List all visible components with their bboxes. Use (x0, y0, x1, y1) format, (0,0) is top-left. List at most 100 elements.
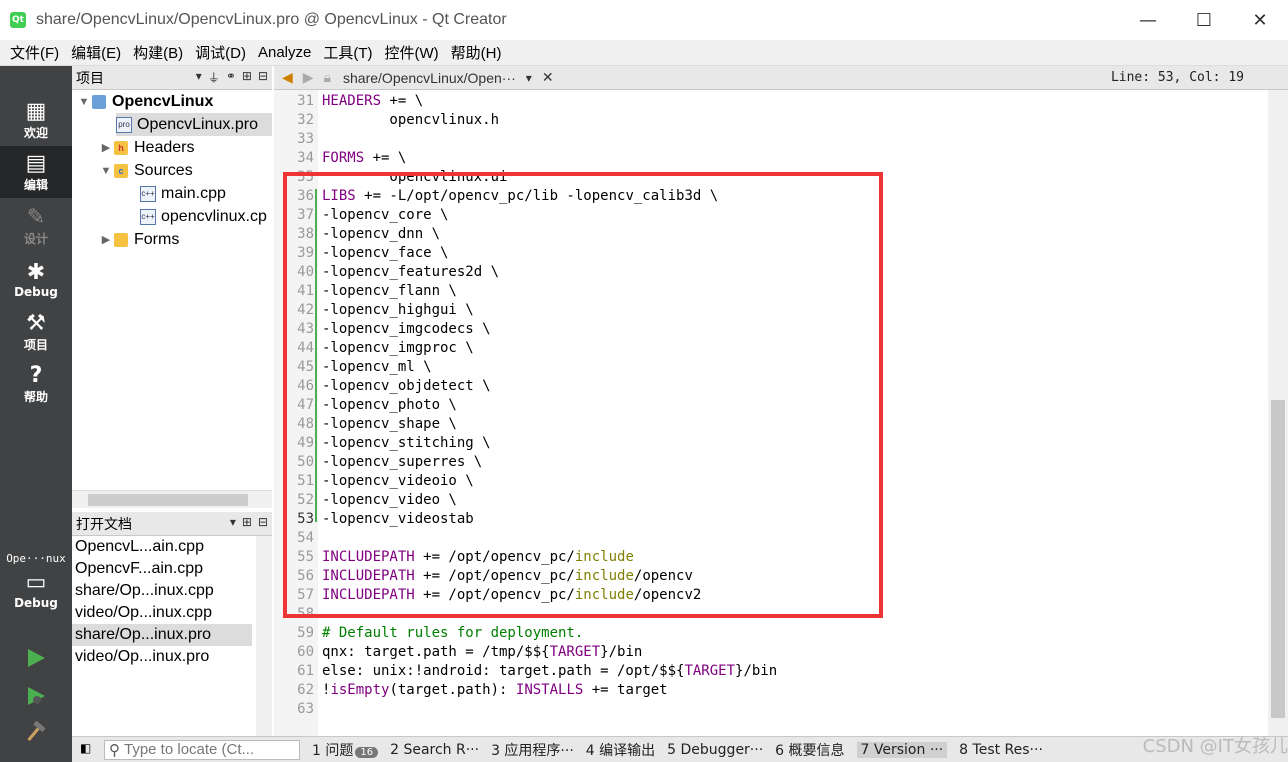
mode-bar: ▦ 欢迎 ▤ 编辑 ✎ 设计 ✱ Debug ⚒ 项目 ? 帮助 Ope···n… (0, 66, 72, 762)
menu-tools[interactable]: 工具(T) (317, 42, 378, 63)
menu-widgets[interactable]: 控件(W) (379, 42, 445, 63)
close-button[interactable]: ✕ (1232, 0, 1288, 40)
line-number: 42 (297, 302, 314, 318)
code-text: -lopencv_stitching \ (322, 435, 491, 451)
run-icon (28, 649, 45, 667)
close-file-icon[interactable]: ✕ (542, 70, 554, 86)
line-number: 36 (297, 188, 314, 204)
tree-item-forms[interactable]: ▶ Forms (98, 228, 180, 251)
code-text: -lopencv_flann \ (322, 283, 457, 299)
collapsed-arrow-icon[interactable]: ▶ (98, 141, 114, 154)
build-button[interactable] (22, 718, 50, 746)
tree-item-main-cpp[interactable]: c++ main.cpp (140, 182, 226, 205)
tree-item-pro-file[interactable]: pro OpencvLinux.pro (116, 113, 272, 136)
pane-application-output[interactable]: 3 应用程序··· (491, 740, 574, 760)
issues-count-badge: 16 (355, 746, 379, 758)
sources-folder-icon: c (114, 163, 128, 178)
pane-issues[interactable]: 1 问题 16 (312, 740, 379, 760)
pane-test-results[interactable]: 8 Test Res··· (959, 742, 1043, 758)
code-text: -lopencv_shape \ (322, 416, 457, 432)
line-number: 48 (297, 416, 314, 432)
mode-design[interactable]: ✎ 设计 (0, 200, 72, 252)
locator-placeholder: Type to locate (Ct... (124, 741, 255, 758)
toggle-sidebar-icon[interactable]: ◧ (80, 741, 91, 755)
pane-issues-label: 1 问题 (312, 742, 354, 759)
link-icon[interactable]: ⚭ (226, 69, 236, 86)
project-tree-hscroll[interactable] (72, 490, 272, 508)
expanded-arrow-icon[interactable]: ▼ (98, 165, 114, 177)
tree-item-headers[interactable]: ▶ h Headers (98, 136, 195, 159)
pane-debugger-console[interactable]: 5 Debugger··· (667, 742, 763, 758)
code-text: -lopencv_objdetect \ (322, 378, 491, 394)
forms-folder-icon (114, 232, 128, 247)
open-doc-item[interactable]: share/Op...inux.cpp (72, 580, 252, 602)
split-icon[interactable]: ⊞ (242, 515, 252, 529)
minimize-button[interactable]: — (1120, 0, 1176, 40)
menu-analyze[interactable]: Analyze (252, 44, 317, 61)
mode-edit-label: 编辑 (23, 177, 48, 192)
open-doc-item[interactable]: OpencvF...ain.cpp (72, 558, 252, 580)
pane-compile-output[interactable]: 4 编译输出 (586, 740, 655, 760)
file-dropdown-icon[interactable]: ▾ (526, 71, 532, 85)
tree-item-sources[interactable]: ▼ c Sources (98, 159, 193, 182)
expanded-arrow-icon[interactable]: ▼ (76, 96, 92, 108)
editor-toolbar: ◀ ▶ 🔒︎ share/OpencvLinux/Open··· ▾ ✕ Lin… (274, 66, 1288, 90)
line-number: 37 (297, 207, 314, 223)
menu-edit[interactable]: 编辑(E) (65, 42, 127, 63)
tree-item-opencvlinux-cpp[interactable]: c++ opencvlinux.cp (140, 205, 267, 228)
pencil-icon: ✎ (26, 204, 46, 230)
pane-general-messages[interactable]: 6 概要信息 (775, 740, 844, 760)
code-text: -lopencv_core \ (322, 207, 449, 223)
pane-version-control[interactable]: 7 Version ··· (856, 741, 948, 758)
open-doc-item[interactable]: OpencvL...ain.cpp (72, 536, 252, 558)
target-selector[interactable]: ▭ Debug (0, 570, 72, 620)
locator-input[interactable]: ⚲ Type to locate (Ct... (104, 739, 300, 760)
menu-help[interactable]: 帮助(H) (445, 42, 508, 63)
line-number: 52 (297, 492, 314, 508)
collapsed-arrow-icon[interactable]: ▶ (98, 233, 114, 246)
line-number: 38 (297, 226, 314, 242)
project-icon (92, 94, 106, 109)
code-text: qnx: target.path = /tmp/$${TARGET}/bin (322, 644, 643, 660)
menu-file[interactable]: 文件(F) (4, 42, 65, 63)
debug-run-button[interactable] (22, 682, 50, 710)
csdn-watermark: CSDN @IT女孩儿 (1142, 736, 1288, 757)
window-title: share/OpencvLinux/OpencvLinux.pro @ Open… (36, 11, 507, 28)
filter-icon[interactable]: ⏚ (208, 69, 220, 86)
back-arrow-icon[interactable]: ◀ (282, 70, 293, 86)
editor-file-name[interactable]: share/OpencvLinux/Open··· (343, 70, 516, 86)
code-editor[interactable]: 31 HEADERS += \ 32 opencvlinux.h 33 34 FORMS … (274, 90, 1268, 736)
open-doc-item[interactable]: video/Op...inux.cpp (72, 602, 252, 624)
mode-welcome[interactable]: ▦ 欢迎 (0, 94, 72, 146)
scroll-thumb[interactable] (1271, 400, 1285, 718)
close-pane-icon[interactable]: ⊟ (258, 515, 268, 529)
split-icon[interactable]: ⊞ (242, 69, 252, 86)
menu-debug[interactable]: 调试(D) (189, 42, 252, 63)
run-button[interactable] (22, 644, 50, 672)
open-docs-header: 打开文档 ▾ ⊞ ⊟ (72, 512, 272, 536)
change-indicator (315, 189, 317, 522)
open-docs-vscroll[interactable] (256, 536, 272, 736)
tree-item-label: Forms (134, 230, 180, 248)
editor-vscroll[interactable] (1268, 90, 1288, 736)
open-doc-item[interactable]: share/Op...inux.pro (72, 624, 252, 646)
mode-projects[interactable]: ⚒ 项目 (0, 306, 72, 358)
forward-arrow-icon[interactable]: ▶ (303, 70, 314, 86)
close-pane-icon[interactable]: ⊟ (258, 69, 268, 86)
open-doc-item[interactable]: video/Op...inux.pro (72, 646, 252, 668)
pane-search-results[interactable]: 2 Search R··· (390, 742, 479, 758)
maximize-button[interactable]: ☐ (1176, 0, 1232, 40)
scroll-thumb[interactable] (88, 494, 248, 506)
dropdown-icon[interactable]: ▾ (230, 515, 236, 529)
mode-help-label: 帮助 (23, 389, 48, 404)
mode-edit[interactable]: ▤ 编辑 (0, 146, 72, 198)
tree-item-project[interactable]: ▼ OpencvLinux (76, 90, 214, 113)
dropdown-icon[interactable]: ▾ (196, 69, 202, 86)
code-text: -lopencv_imgproc \ (322, 340, 474, 356)
mode-debug[interactable]: ✱ Debug (0, 254, 72, 306)
menu-bar: 文件(F) 编辑(E) 构建(B) 调试(D) Analyze 工具(T) 控件… (0, 40, 1288, 66)
line-number: 46 (297, 378, 314, 394)
mode-help[interactable]: ? 帮助 (0, 358, 72, 410)
mode-projects-label: 项目 (23, 337, 48, 352)
menu-build[interactable]: 构建(B) (127, 42, 189, 63)
